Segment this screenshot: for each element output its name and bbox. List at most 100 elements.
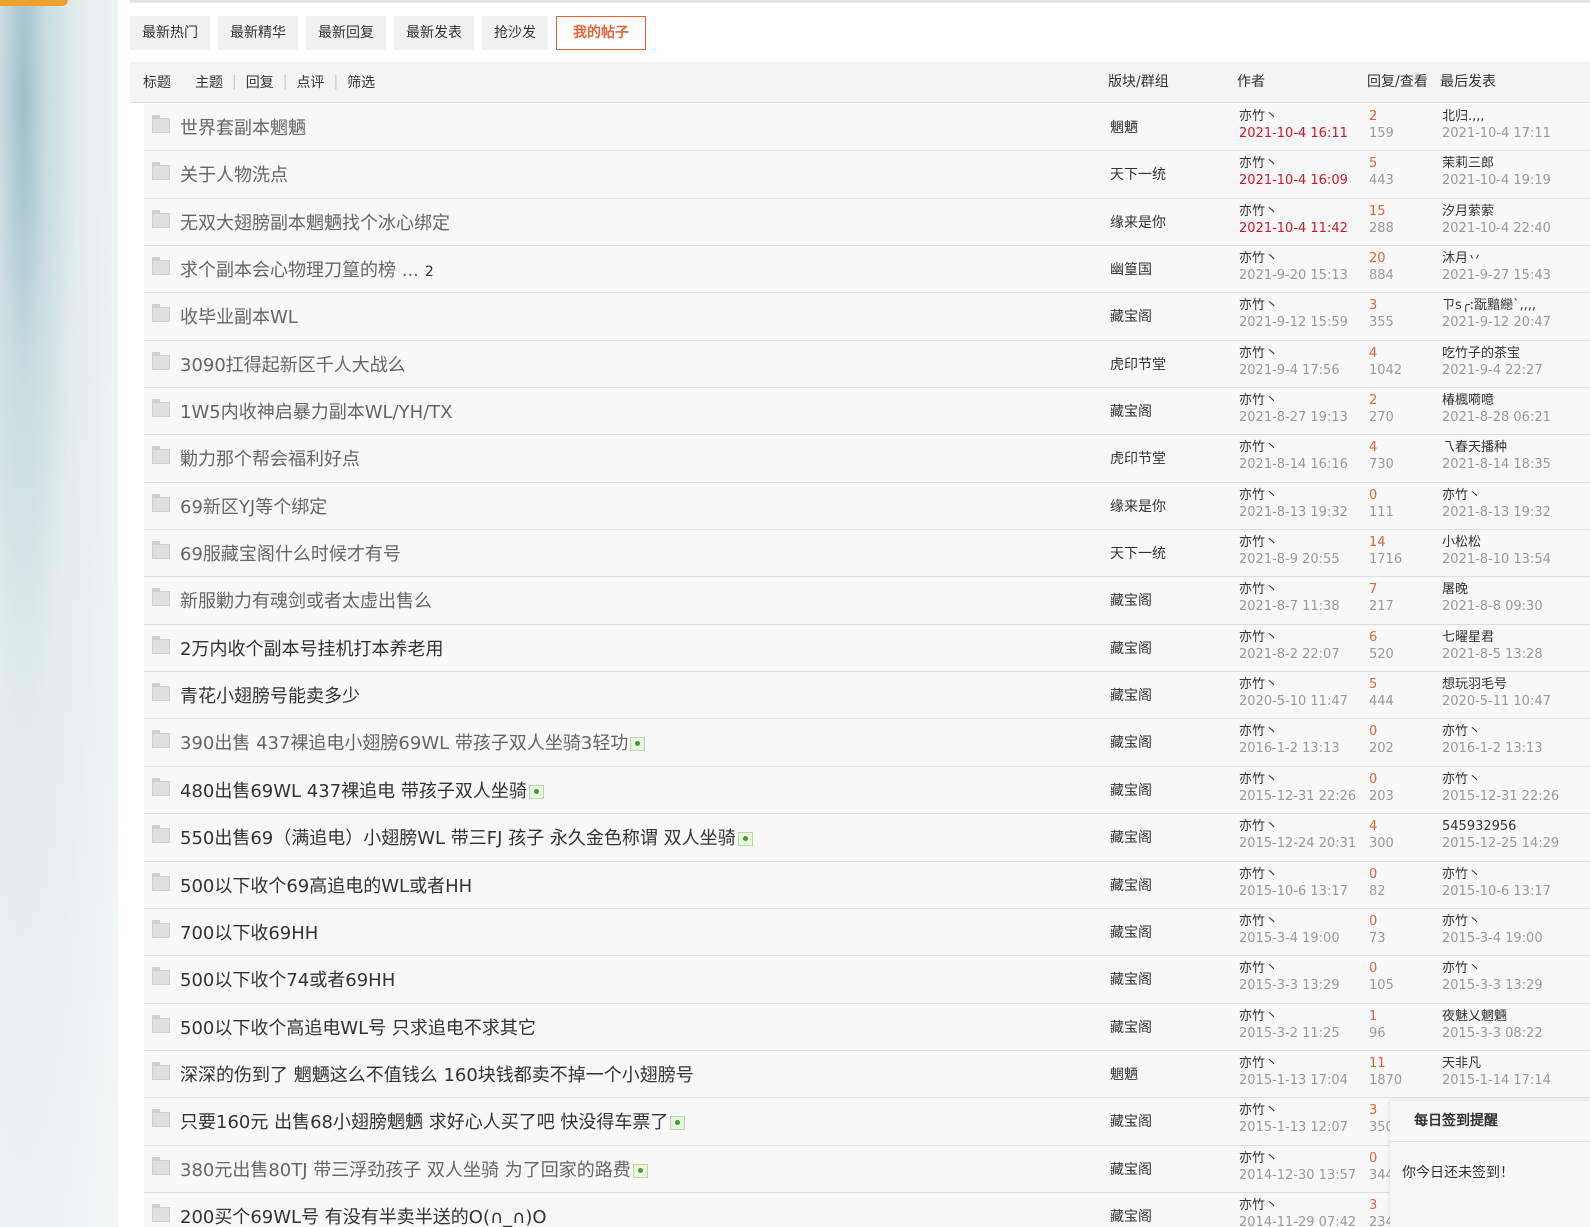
author-name[interactable]: 亦竹丶	[1239, 724, 1278, 739]
thread-title[interactable]: 390出售 437裸追电小翅膀69WL 带孩子双人坐骑3轻功	[180, 729, 646, 755]
filter-title[interactable]: 标题	[143, 72, 171, 92]
thread-title[interactable]: 深深的伤到了 魍魉这么不值钱么 160块钱都卖不掉一个小翅膀号	[180, 1061, 694, 1087]
folder-icon[interactable]	[152, 777, 170, 796]
last-post-date[interactable]: 2021-8-14 18:35	[1442, 457, 1551, 472]
thread-forum-link[interactable]: 藏宝阁	[1110, 969, 1152, 989]
folder-icon[interactable]	[152, 730, 170, 749]
reply-count[interactable]: 11	[1369, 1056, 1386, 1071]
folder-icon[interactable]	[152, 588, 170, 607]
thread-forum-link[interactable]: 藏宝阁	[1110, 1206, 1152, 1226]
thread-title[interactable]: 无双大翅膀副本魍魉找个冰心绑定	[180, 209, 450, 235]
thread-title[interactable]: 3090扛得起新区千人大战么	[180, 351, 406, 377]
last-poster[interactable]: 亦竹丶	[1442, 867, 1481, 882]
thread-forum-link[interactable]: 藏宝阁	[1110, 1159, 1152, 1179]
last-post-date[interactable]: 2015-12-25 14:29	[1442, 836, 1559, 851]
last-post-date[interactable]: 2021-8-8 09:30	[1442, 599, 1543, 614]
reply-count[interactable]: 20	[1369, 251, 1386, 266]
thread-title-text[interactable]: 69新区YJ等个绑定	[180, 497, 327, 518]
filter-filter[interactable]: 筛选	[347, 72, 375, 92]
thread-title-text[interactable]: 390出售 437裸追电小翅膀69WL 带孩子双人坐骑3轻功	[180, 733, 628, 754]
author-name[interactable]: 亦竹丶	[1239, 204, 1278, 219]
reply-count[interactable]: 4	[1369, 346, 1377, 361]
reply-count[interactable]: 6	[1369, 630, 1377, 645]
thread-page-link[interactable]: 2	[425, 264, 434, 280]
thread-title[interactable]: 世界套副本魍魉	[180, 114, 306, 140]
author-name[interactable]: 亦竹丶	[1239, 819, 1278, 834]
author-name[interactable]: 亦竹丶	[1239, 630, 1278, 645]
last-post-date[interactable]: 2015-3-3 13:29	[1442, 978, 1543, 993]
last-post-date[interactable]: 2021-9-4 22:27	[1442, 363, 1543, 378]
tab-0[interactable]: 最新热门	[130, 16, 210, 50]
last-poster[interactable]: 夜魅乂魍魎	[1442, 1009, 1507, 1024]
last-post-date[interactable]: 2021-10-4 19:19	[1442, 173, 1551, 188]
author-name[interactable]: 亦竹丶	[1239, 1103, 1278, 1118]
author-name[interactable]: 亦竹丶	[1239, 488, 1278, 503]
thread-title-text[interactable]: 勦力那个帮会福利好点	[180, 449, 360, 470]
thread-title[interactable]: 500以下收个74或者69HH	[180, 966, 395, 992]
author-name[interactable]: 亦竹丶	[1239, 156, 1278, 171]
tab-2[interactable]: 最新回复	[306, 16, 386, 50]
reply-count[interactable]: 0	[1369, 961, 1377, 976]
author-name[interactable]: 亦竹丶	[1239, 251, 1278, 266]
thread-title-text[interactable]: 世界套副本魍魉	[180, 118, 306, 139]
thread-title[interactable]: 700以下收69HH	[180, 919, 318, 945]
author-name[interactable]: 亦竹丶	[1239, 677, 1278, 692]
author-name[interactable]: 亦竹丶	[1239, 961, 1278, 976]
folder-icon[interactable]	[152, 825, 170, 844]
thread-title[interactable]: 收毕业副本WL	[180, 303, 298, 329]
thread-forum-link[interactable]: 缘来是你	[1110, 212, 1166, 232]
author-name[interactable]: 亦竹丶	[1239, 346, 1278, 361]
folder-icon[interactable]	[152, 304, 170, 323]
last-post-date[interactable]: 2021-8-13 19:32	[1442, 505, 1551, 520]
last-poster[interactable]: 乁春天播种	[1442, 440, 1507, 455]
reply-count[interactable]: 0	[1369, 772, 1377, 787]
author-name[interactable]: 亦竹丶	[1239, 393, 1278, 408]
last-post-date[interactable]: 2015-3-4 19:00	[1442, 931, 1543, 946]
thread-title[interactable]: 关于人物洗点	[180, 161, 288, 187]
thread-title[interactable]: 380元出售80TJ 带三浮劲孩子 双人坐骑 为了回家的路费	[180, 1156, 648, 1182]
thread-title-text[interactable]: 青花小翅膀号能卖多少	[180, 686, 360, 707]
thread-title[interactable]: 1W5内收神启暴力副本WL/YH/TX	[180, 398, 453, 424]
thread-forum-link[interactable]: 藏宝阁	[1110, 638, 1152, 658]
folder-icon[interactable]	[152, 399, 170, 418]
reply-count[interactable]: 5	[1369, 156, 1377, 171]
folder-icon[interactable]	[152, 635, 170, 654]
thread-forum-link[interactable]: 天下一统	[1110, 543, 1166, 563]
reply-count[interactable]: 0	[1369, 724, 1377, 739]
last-poster[interactable]: 椿楓嗬噫	[1442, 393, 1494, 408]
popup-message[interactable]: 你今日还未签到！	[1390, 1142, 1590, 1182]
thread-title-text[interactable]: 求个副本会心物理刀篁的榜 ...	[180, 260, 419, 281]
tab-4[interactable]: 抢沙发	[482, 16, 548, 50]
thread-title-text[interactable]: 500以下收个69高追电的WL或者HH	[180, 876, 472, 897]
last-poster[interactable]: 七曜星君	[1442, 630, 1494, 645]
reply-count[interactable]: 0	[1369, 867, 1377, 882]
folder-icon[interactable]	[152, 1014, 170, 1033]
thread-title-text[interactable]: 550出售69（满追电）小翅膀WL 带三FJ 孩子 永久金色称谓 双人坐骑	[180, 828, 736, 849]
last-post-date[interactable]: 2021-8-28 06:21	[1442, 410, 1551, 425]
thread-title-text[interactable]: 收毕业副本WL	[180, 307, 298, 328]
last-poster[interactable]: 沐月丷	[1442, 251, 1481, 266]
last-post-date[interactable]: 2021-10-4 22:40	[1442, 221, 1551, 236]
folder-icon[interactable]	[152, 115, 170, 133]
thread-title[interactable]: 只要160元 出售68小翅膀魍魉 求好心人买了吧 快没得车票了	[180, 1108, 686, 1134]
folder-icon[interactable]	[152, 872, 170, 891]
last-poster[interactable]: 亦竹丶	[1442, 488, 1481, 503]
thread-title[interactable]: 69新区YJ等个绑定	[180, 493, 327, 519]
thread-title-text[interactable]: 只要160元 出售68小翅膀魍魉 求好心人买了吧 快没得车票了	[180, 1112, 668, 1133]
folder-icon[interactable]	[152, 967, 170, 986]
filter-reply[interactable]: 回复	[246, 72, 274, 92]
thread-forum-link[interactable]: 藏宝阁	[1110, 306, 1152, 326]
thread-title-text[interactable]: 200买个69WL号 有没有半卖半送的O(∩_∩)O	[180, 1207, 547, 1227]
author-name[interactable]: 亦竹丶	[1239, 298, 1278, 313]
thread-title[interactable]: 勦力那个帮会福利好点	[180, 445, 360, 471]
thread-title[interactable]: 69服藏宝阁什么时候才有号	[180, 540, 401, 566]
thread-forum-link[interactable]: 幽篁国	[1110, 259, 1152, 279]
thread-title-text[interactable]: 无双大翅膀副本魍魉找个冰心绑定	[180, 213, 450, 234]
last-post-date[interactable]: 2015-10-6 13:17	[1442, 884, 1551, 899]
last-post-date[interactable]: 2020-5-11 10:47	[1442, 694, 1551, 709]
author-name[interactable]: 亦竹丶	[1239, 772, 1278, 787]
reply-count[interactable]: 0	[1369, 914, 1377, 929]
author-name[interactable]: 亦竹丶	[1239, 1056, 1278, 1071]
thread-forum-link[interactable]: 藏宝阁	[1110, 780, 1152, 800]
reply-count[interactable]: 15	[1369, 204, 1386, 219]
